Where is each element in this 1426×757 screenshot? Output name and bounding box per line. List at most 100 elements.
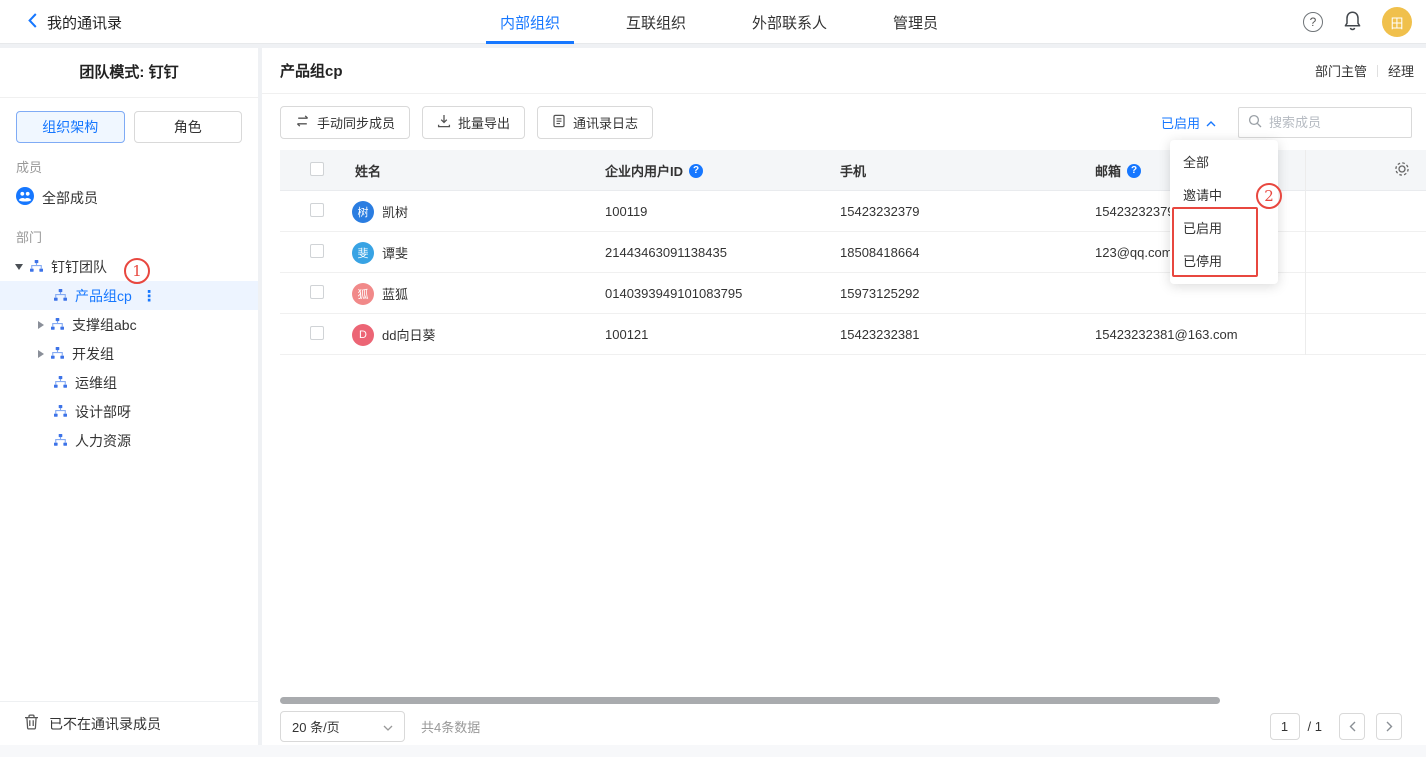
department-icon [54,375,67,391]
help-badge-icon[interactable]: ? [689,164,703,178]
back-button[interactable]: 我的通讯录 [28,0,122,44]
tab-label: 互联组织 [626,12,686,33]
filter-option-enabled[interactable]: 已启用 [1170,212,1278,245]
role-tab[interactable]: 角色 [134,111,243,143]
tree-item-design-dept[interactable]: 设计部呀 [0,397,258,426]
bell-icon[interactable] [1343,10,1362,34]
all-members-icon [16,187,34,208]
tab-connected-org[interactable]: 互联组织 [612,0,700,44]
chevron-up-icon [1206,115,1216,130]
tab-internal-org[interactable]: 内部组织 [486,0,574,44]
member-name: 谭斐 [382,243,408,262]
team-mode-title: 团队模式: 钉钉 [0,48,258,98]
caret-down-icon[interactable] [15,264,23,270]
tab-admin[interactable]: 管理员 [879,0,952,44]
not-in-contacts-label: 已不在通讯录成员 [49,714,161,734]
row-checkbox[interactable] [310,203,324,217]
department-icon [54,433,67,449]
tree-item-dingding-team[interactable]: 钉钉团队 [0,252,258,281]
main-header: 产品组cp 部门主管 经理 [262,48,1426,94]
tab-external-contacts[interactable]: 外部联系人 [738,0,841,44]
status-filter-dropdown[interactable]: 已启用 [1161,113,1216,132]
member-user-id: 100119 [605,204,647,219]
sidebar-item-all-members[interactable]: 全部成员 [0,182,258,213]
manager-links: 部门主管 经理 [1315,61,1414,80]
select-all-checkbox[interactable] [310,162,324,176]
search-input[interactable] [1269,115,1389,130]
chevron-down-icon [383,719,393,734]
col-email: 邮箱 [1095,161,1121,180]
not-in-contacts-button[interactable]: 已不在通讯录成员 [0,701,258,745]
sidebar-toggle: 组织架构 角色 [0,98,258,143]
manual-sync-button[interactable]: 手动同步成员 [280,106,410,139]
batch-export-button[interactable]: 批量导出 [422,106,525,139]
row-checkbox[interactable] [310,244,324,258]
sidebar: 团队模式: 钉钉 组织架构 角色 成员 全部成员 部门 钉钉团队 [0,48,258,745]
tree-item-product-group[interactable]: 产品组cp ⋮ [0,281,258,310]
horizontal-scrollbar[interactable] [280,697,1220,704]
member-name: 蓝狐 [382,284,408,303]
org-structure-tab[interactable]: 组织架构 [16,111,125,143]
topbar-actions: ? 田 [1303,0,1412,44]
department-tree: 钉钉团队 产品组cp ⋮ 支撑组abc 开发组 [0,252,258,455]
department-icon [54,288,67,304]
department-icon [51,317,64,333]
tab-label: 内部组织 [500,12,560,33]
status-filter-menu: 全部 邀请中 已启用 已停用 [1170,140,1278,284]
member-phone: 15973125292 [840,286,920,301]
avatar: D [352,324,374,346]
tree-item-label: 运维组 [75,373,117,393]
tree-item-label: 钉钉团队 [51,257,107,277]
manager-link[interactable]: 经理 [1388,61,1414,80]
page-size-select[interactable]: 20 条/页 [280,711,405,742]
contact-log-label: 通讯录日志 [573,113,638,132]
tree-item-label: 设计部呀 [75,402,131,422]
top-nav-tabs: 内部组织 互联组织 外部联系人 管理员 [486,0,952,44]
member-email: 15423232381@163.com [1095,327,1238,342]
bottom-gutter [0,745,1426,757]
member-name: dd向日葵 [382,325,435,344]
tab-label: 外部联系人 [752,12,827,33]
tree-item-ops-group[interactable]: 运维组 [0,368,258,397]
more-menu-icon[interactable]: ⋮ [142,287,157,305]
page-number-input[interactable] [1270,713,1300,740]
tree-item-label: 人力资源 [75,431,131,451]
tab-label: 管理员 [893,12,938,33]
tree-item-support-group[interactable]: 支撑组abc [0,310,258,339]
page-size-value: 20 条/页 [292,717,340,736]
row-checkbox[interactable] [310,326,324,340]
member-email: 123@qq.com [1095,245,1173,260]
contact-log-button[interactable]: 通讯录日志 [537,106,653,139]
member-name: 凯树 [382,202,408,221]
filter-option-disabled[interactable]: 已停用 [1170,245,1278,278]
tree-item-hr[interactable]: 人力资源 [0,426,258,455]
filter-option-all[interactable]: 全部 [1170,146,1278,179]
back-label: 我的通讯录 [47,12,122,33]
help-icon[interactable]: ? [1303,12,1323,32]
column-settings-gear-icon[interactable] [1394,161,1410,180]
department-icon [51,346,64,362]
caret-right-icon[interactable] [38,321,44,329]
prev-page-button[interactable] [1339,713,1365,740]
caret-right-icon[interactable] [38,350,44,358]
help-badge-icon[interactable]: ? [1127,164,1141,178]
toolbar-right: 已启用 [1161,107,1412,138]
trash-icon [24,714,39,733]
content-area: 团队模式: 钉钉 组织架构 角色 成员 全部成员 部门 钉钉团队 [0,48,1426,745]
tree-item-dev-group[interactable]: 开发组 [0,339,258,368]
member-phone: 18508418664 [840,245,920,260]
manual-sync-label: 手动同步成员 [317,113,395,132]
filter-option-inviting[interactable]: 邀请中 [1170,179,1278,212]
topbar: 我的通讯录 内部组织 互联组织 外部联系人 管理员 ? 田 [0,0,1426,44]
log-icon [552,114,566,131]
department-icon [54,404,67,420]
tree-item-label: 开发组 [72,344,114,364]
row-checkbox[interactable] [310,285,324,299]
page-title: 产品组cp [280,60,343,81]
member-user-id: 21443463091138435 [605,245,727,260]
table-row[interactable]: D dd向日葵 100121 15423232381 15423232381@1… [280,314,1426,355]
col-phone: 手机 [840,164,866,179]
dept-manager-link[interactable]: 部门主管 [1315,61,1367,80]
next-page-button[interactable] [1376,713,1402,740]
user-avatar[interactable]: 田 [1382,7,1412,37]
